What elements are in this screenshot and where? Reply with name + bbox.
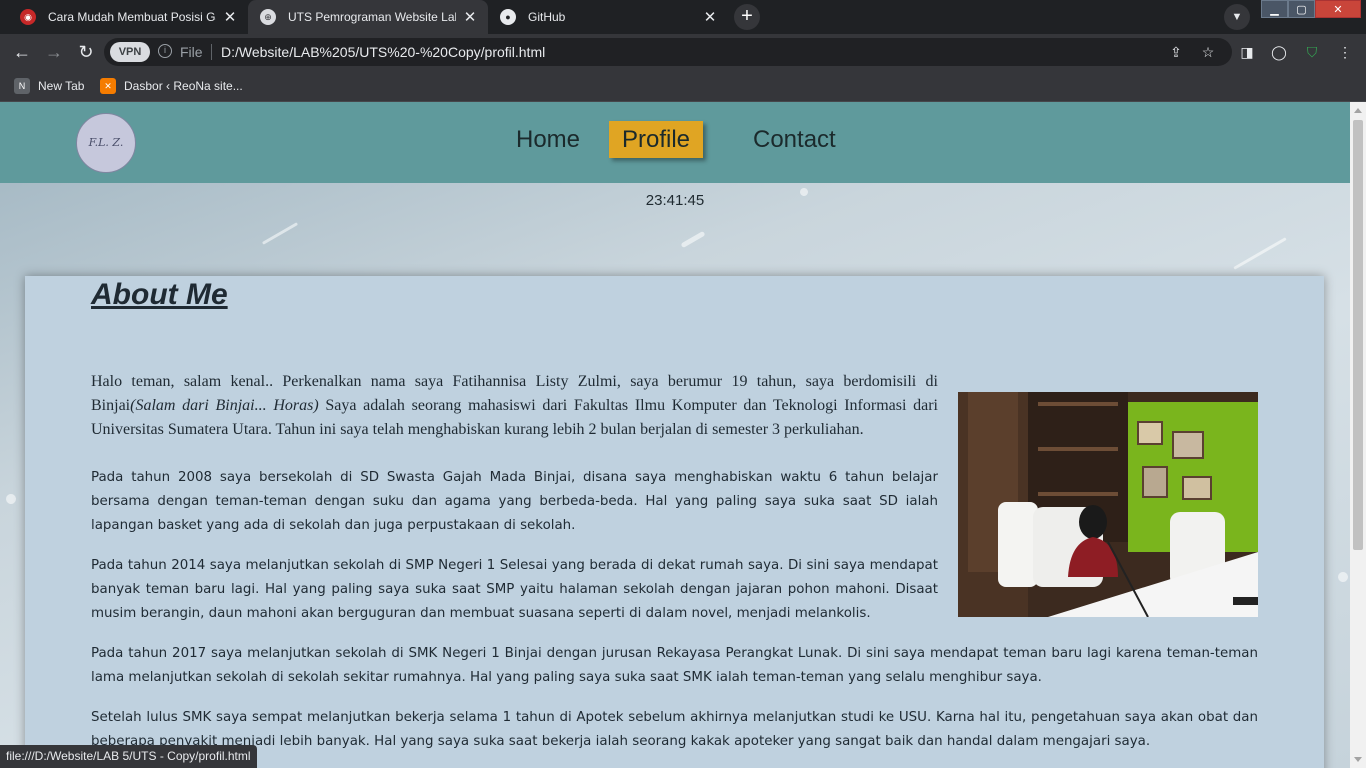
bookmark-label: Dasbor ‹ ReoNa site...: [124, 79, 243, 93]
tab-search-icon[interactable]: ▼: [1224, 4, 1250, 30]
bookmark-favicon-icon: N: [14, 78, 30, 94]
background-streak: [261, 222, 299, 245]
more-menu-icon[interactable]: ⋮: [1336, 43, 1354, 61]
intro-paragraph: Halo teman, salam kenal.. Perkenalkan na…: [91, 370, 938, 442]
address-bar[interactable]: VPN i File D:/Website/LAB%205/UTS%20-%20…: [104, 38, 1232, 66]
site-logo[interactable]: F.L. Z.: [76, 113, 136, 173]
scroll-down-icon[interactable]: [1354, 757, 1362, 762]
browser-toolbar: ← → ↻ VPN i File D:/Website/LAB%205/UTS%…: [0, 34, 1366, 70]
page-scrollbar[interactable]: [1350, 102, 1366, 768]
intro-italic-text: (Salam dari Binjai... Horas): [130, 397, 319, 414]
maximize-icon[interactable]: ▢: [1288, 0, 1315, 18]
paragraph-smp: Pada tahun 2014 saya melanjutkan sekolah…: [91, 558, 938, 621]
minimize-icon[interactable]: ▁: [1261, 0, 1288, 18]
back-arrow-icon[interactable]: ←: [10, 41, 34, 63]
tab-title: GitHub: [528, 10, 566, 24]
nav-profile[interactable]: Profile: [609, 121, 704, 158]
about-card: About Me Halo teman, salam kenal.. Perke…: [25, 276, 1324, 768]
forward-arrow-icon[interactable]: →: [42, 41, 66, 63]
background-streak: [1336, 570, 1350, 584]
url-text[interactable]: D:/Website/LAB%205/UTS%20-%20Copy/profil…: [221, 44, 545, 60]
site-favicon-icon: ◉: [20, 9, 36, 25]
paragraph-work: Setelah lulus SMK saya sempat melanjutka…: [91, 710, 1258, 749]
page-viewport: F.L. Z. Home Profile Contact 23:41:45 Ab…: [0, 102, 1350, 768]
github-icon: ●: [500, 9, 516, 25]
clock-display: 23:41:45: [645, 192, 705, 209]
tab-title: UTS Pemrograman Website Lab 5: [288, 10, 456, 24]
close-window-icon[interactable]: ✕: [1315, 0, 1361, 18]
profile-photo-image: [958, 392, 1258, 617]
scrollbar-thumb[interactable]: [1353, 120, 1363, 550]
bookmark-label: New Tab: [38, 79, 85, 93]
close-tab-icon[interactable]: ✕: [702, 8, 718, 26]
browser-tab-3[interactable]: ● GitHub ✕: [488, 0, 728, 34]
nav-contact[interactable]: Contact: [740, 121, 849, 158]
window-controls: ▁ ▢ ✕: [1261, 0, 1361, 20]
browser-tab-1[interactable]: ◉ Cara Mudah Membuat Posisi Gar ✕: [8, 0, 248, 34]
tab-title: Cara Mudah Membuat Posisi Gar: [48, 10, 216, 24]
bookmark-new-tab[interactable]: N New Tab: [14, 76, 84, 96]
browser-tab-strip: ◉ Cara Mudah Membuat Posisi Gar ✕ ⊕ UTS …: [0, 0, 1366, 34]
about-title: About Me: [91, 278, 228, 311]
url-scheme-label: File: [180, 44, 203, 60]
paragraph-smk: Pada tahun 2017 saya melanjutkan sekolah…: [91, 646, 1258, 685]
site-header: F.L. Z. Home Profile Contact: [0, 102, 1350, 183]
bookmark-star-icon[interactable]: ☆: [1200, 44, 1216, 60]
close-tab-icon[interactable]: ✕: [462, 8, 478, 26]
scroll-up-icon[interactable]: [1354, 108, 1362, 113]
profile-icon[interactable]: ◯: [1270, 43, 1288, 61]
share-icon[interactable]: ⇪: [1168, 44, 1184, 60]
browser-tab-2[interactable]: ⊕ UTS Pemrograman Website Lab 5 ✕: [248, 0, 488, 34]
address-divider: [211, 44, 212, 60]
profile-photo: [958, 392, 1258, 617]
close-tab-icon[interactable]: ✕: [222, 8, 238, 26]
info-icon[interactable]: i: [158, 44, 172, 58]
shield-extension-icon[interactable]: ⛉: [1303, 43, 1321, 61]
paragraph-sd: Pada tahun 2008 saya bersekolah di SD Sw…: [91, 470, 938, 533]
background-streak: [4, 492, 18, 506]
background-streak: [1233, 237, 1287, 270]
reload-icon[interactable]: ↻: [74, 41, 98, 63]
link-status-bar: file:///D:/Website/LAB 5/UTS - Copy/prof…: [0, 745, 257, 768]
new-tab-button[interactable]: +: [734, 4, 760, 30]
bookmarks-bar: N New Tab ✕ Dasbor ‹ ReoNa site...: [0, 70, 1366, 102]
background-streak: [680, 230, 706, 249]
bookmark-dasbor[interactable]: ✕ Dasbor ‹ ReoNa site...: [100, 76, 243, 96]
side-panel-icon[interactable]: ◨: [1238, 43, 1256, 61]
nav-home[interactable]: Home: [503, 121, 593, 158]
xampp-icon: ✕: [100, 78, 116, 94]
vpn-badge[interactable]: VPN: [110, 42, 150, 62]
globe-icon: ⊕: [260, 9, 276, 25]
